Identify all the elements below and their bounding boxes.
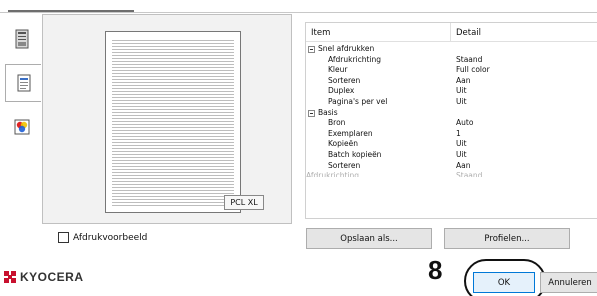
profiles-button[interactable]: Profielen... xyxy=(444,228,570,249)
table-row[interactable]: Kleur Full color xyxy=(306,65,597,76)
table-row[interactable]: Bron Auto xyxy=(306,118,597,129)
print-preview-label: Afdrukvoorbeeld xyxy=(73,232,148,243)
tree-group-row[interactable]: Basis xyxy=(306,108,597,119)
row-detail-value: Uit xyxy=(456,96,467,106)
column-header-detail[interactable]: Detail xyxy=(451,23,597,42)
row-detail-value: Aan xyxy=(456,160,471,170)
row-detail-value: Auto xyxy=(456,118,474,128)
cancel-button[interactable]: Annuleren xyxy=(540,272,597,293)
row-item-name: Afdrukrichting xyxy=(328,54,382,64)
table-row[interactable]: Pagina's per vel Uit xyxy=(306,97,597,108)
print-preview-panel xyxy=(42,14,292,224)
step-number-callout: 8 xyxy=(428,255,443,285)
document-icon xyxy=(17,74,30,92)
side-tab-printer[interactable] xyxy=(6,20,38,58)
table-row[interactable]: Afdrukrichting Staand xyxy=(306,55,597,66)
print-preview-checkbox[interactable] xyxy=(58,232,69,243)
row-item-name: Exemplaren xyxy=(328,128,373,138)
side-tab-color[interactable] xyxy=(6,108,38,146)
table-row[interactable]: Kopieën Uit xyxy=(306,139,597,150)
table-row[interactable]: Duplex Uit xyxy=(306,86,597,97)
row-item-name: Sorteren xyxy=(328,160,361,170)
table-row[interactable]: Sorteren Aan xyxy=(306,161,597,172)
table-row[interactable]: Exemplaren 1 xyxy=(306,129,597,140)
row-item-name: Kleur xyxy=(328,65,348,75)
row-detail-value: Full color xyxy=(456,65,490,75)
table-header: Item Detail xyxy=(306,23,597,42)
row-detail-value: Aan xyxy=(456,75,471,85)
side-tab-strip xyxy=(2,14,42,224)
column-header-item[interactable]: Item xyxy=(306,23,451,42)
row-item-name: Sorteren xyxy=(328,75,361,85)
row-detail-value: Uit xyxy=(456,139,467,149)
row-detail-value: Uit xyxy=(456,149,467,159)
row-detail-value: Staand xyxy=(456,54,483,64)
row-item-name: Duplex xyxy=(328,86,355,96)
side-tab-document[interactable] xyxy=(5,64,41,102)
tab-divider xyxy=(0,12,597,13)
row-item-name: Batch kopieën xyxy=(328,149,382,159)
color-icon xyxy=(14,119,30,135)
row-detail-value: 1 xyxy=(456,128,461,138)
paper-text-lines xyxy=(112,38,234,206)
print-preferences-dialog: PCL XL Afdrukvoorbeeld Item Detail Snel … xyxy=(0,0,597,296)
paper-preview xyxy=(105,31,241,213)
ok-button[interactable]: OK xyxy=(473,272,535,293)
row-item-name: Snel afdrukken xyxy=(318,44,375,53)
table-rows: Snel afdrukken Afdrukrichting Staand Kleur F… xyxy=(306,44,597,177)
save-as-button[interactable]: Opslaan als... xyxy=(306,228,432,249)
printer-icon xyxy=(15,29,29,49)
print-preview-option[interactable]: Afdrukvoorbeeld xyxy=(58,232,147,243)
row-item-name: Basis xyxy=(318,107,338,117)
table-row[interactable]: Batch kopieën Uit xyxy=(306,150,597,161)
row-item-name: Pagina's per vel xyxy=(328,96,388,106)
table-row[interactable]: Sorteren Aan xyxy=(306,76,597,87)
row-detail-value: Staand xyxy=(456,171,483,178)
table-row[interactable]: Afdrukrichting Staand xyxy=(306,171,597,177)
row-item-name: Afdrukrichting xyxy=(306,171,360,178)
settings-summary-table: Item Detail Snel afdrukken Afdrukrichting… xyxy=(305,22,597,219)
row-item-name: Kopieën xyxy=(328,139,358,149)
tree-group-row[interactable]: Snel afdrukken xyxy=(306,44,597,55)
row-item-name: Bron xyxy=(328,118,346,128)
collapse-toggle-icon[interactable] xyxy=(308,109,315,117)
kyocera-logo-mark xyxy=(4,271,16,283)
collapse-toggle-icon[interactable] xyxy=(308,46,315,53)
pdl-badge: PCL XL xyxy=(224,195,264,210)
row-detail-value: Uit xyxy=(456,86,467,96)
kyocera-wordmark: KYOCERA xyxy=(20,270,84,284)
active-top-tab[interactable] xyxy=(8,0,134,12)
kyocera-logo: KYOCERA xyxy=(4,270,84,284)
